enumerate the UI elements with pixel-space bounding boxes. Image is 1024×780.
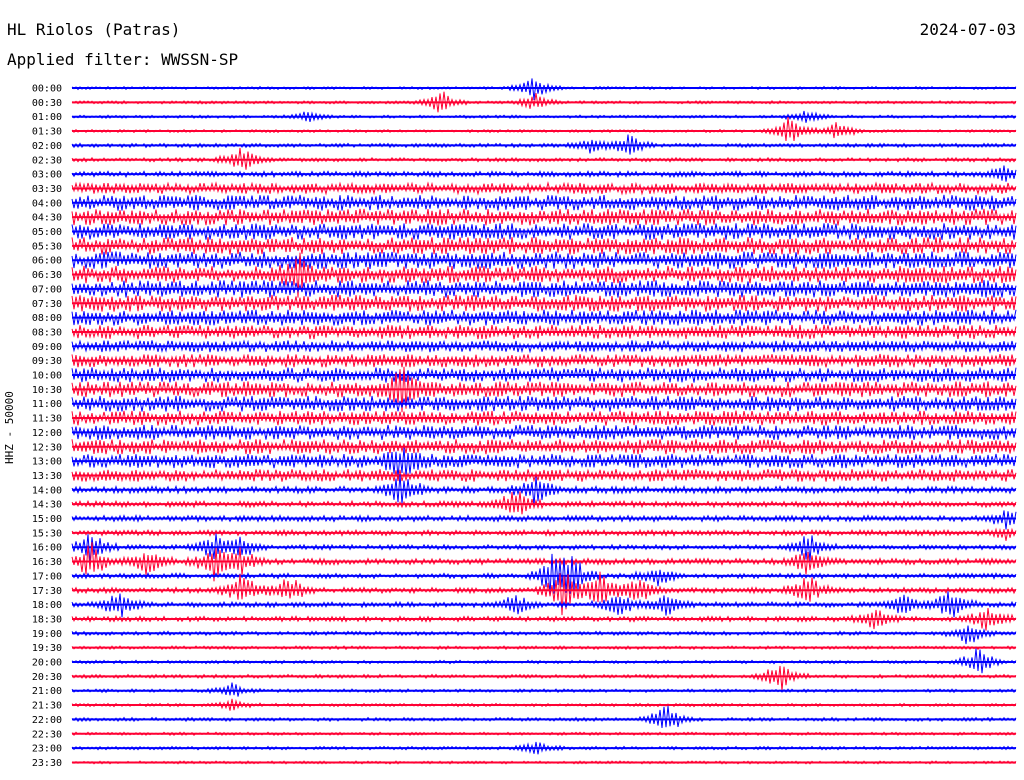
seismic-trace-2200 xyxy=(71,705,1017,728)
time-tick-label: 06:00 xyxy=(32,256,62,267)
time-tick-label: 18:30 xyxy=(32,614,62,625)
time-tick-label: 02:30 xyxy=(32,155,62,166)
time-tick-label: 14:30 xyxy=(32,500,62,511)
time-tick-label: 19:30 xyxy=(32,643,62,654)
time-tick-label: 19:00 xyxy=(32,629,62,640)
time-tick-label: 17:00 xyxy=(32,571,62,582)
time-tick-label: 21:30 xyxy=(32,701,62,712)
time-tick-label: 18:00 xyxy=(32,600,62,611)
time-tick-label: 07:00 xyxy=(32,284,62,295)
helicorder-plot: 00:00 00:30 01:00 01:30 02:00 02:30 03:00 03:30… xyxy=(32,78,1017,769)
seismic-trace-2030 xyxy=(71,665,1017,691)
time-tick-label: 12:00 xyxy=(32,428,62,439)
time-tick-label: 15:00 xyxy=(32,514,62,525)
time-tick-label: 10:00 xyxy=(32,371,62,382)
time-tick-label: 15:30 xyxy=(32,528,62,539)
time-tick-label: 00:00 xyxy=(32,84,62,95)
time-tick-label: 23:00 xyxy=(32,744,62,755)
time-tick-label: 05:30 xyxy=(32,241,62,252)
seismic-trace-2100 xyxy=(71,682,1017,697)
time-tick-label: 01:30 xyxy=(32,127,62,138)
time-tick-label: 11:00 xyxy=(32,399,62,410)
time-tick-label: 03:00 xyxy=(32,170,62,181)
time-tick-label: 05:00 xyxy=(32,227,62,238)
time-tick-label: 16:30 xyxy=(32,557,62,568)
seismic-trace-1500 xyxy=(71,510,1017,530)
time-tick-label: 20:30 xyxy=(32,672,62,683)
time-tick-label: 08:00 xyxy=(32,313,62,324)
time-tick-label: 20:00 xyxy=(32,658,62,669)
time-tick-label: 22:00 xyxy=(32,715,62,726)
time-tick-label: 13:30 xyxy=(32,471,62,482)
time-tick-label: 09:30 xyxy=(32,356,62,367)
time-tick-label: 14:00 xyxy=(32,485,62,496)
time-tick-label: 02:00 xyxy=(32,141,62,152)
seismic-trace-1530 xyxy=(71,527,1017,541)
time-tick-label: 04:30 xyxy=(32,213,62,224)
time-tick-label: 21:00 xyxy=(32,686,62,697)
time-tick-label: 08:30 xyxy=(32,327,62,338)
time-tick-label: 11:30 xyxy=(32,414,62,425)
time-tick-label: 17:30 xyxy=(32,586,62,597)
time-tick-label: 22:30 xyxy=(32,729,62,740)
time-tick-label: 12:30 xyxy=(32,442,62,453)
time-tick-label: 04:00 xyxy=(32,198,62,209)
time-tick-label: 03:30 xyxy=(32,184,62,195)
seismic-trace-0130 xyxy=(71,117,1017,142)
time-tick-label: 13:00 xyxy=(32,457,62,468)
time-tick-label: 00:30 xyxy=(32,98,62,109)
time-tick-label: 07:30 xyxy=(32,299,62,310)
time-tick-label: 06:30 xyxy=(32,270,62,281)
time-tick-label: 01:00 xyxy=(32,112,62,123)
seismic-trace-2000 xyxy=(71,648,1017,674)
time-tick-label: 10:30 xyxy=(32,385,62,396)
time-tick-label: 23:30 xyxy=(32,758,62,769)
seismic-trace-1430 xyxy=(71,491,1017,515)
time-tick-label: 16:00 xyxy=(32,543,62,554)
time-tick-label: 09:00 xyxy=(32,342,62,353)
